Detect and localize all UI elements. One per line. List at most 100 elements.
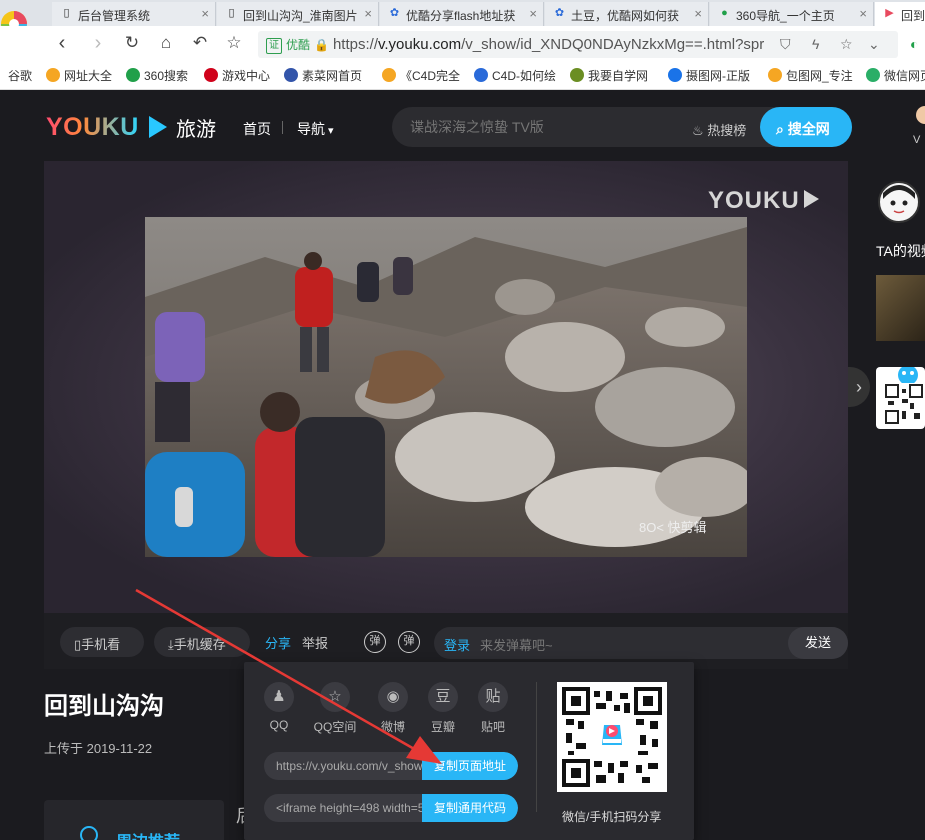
- copy-embed-code-button[interactable]: 复制通用代码: [422, 794, 518, 822]
- tab-current[interactable]: ▶ 回到: [875, 2, 925, 26]
- bookmark-sucai[interactable]: 素菜网首页: [284, 67, 362, 84]
- douban-icon: 豆: [428, 682, 458, 712]
- danmu-settings-icon[interactable]: 弹: [398, 631, 420, 653]
- lightning-icon[interactable]: ϟ: [812, 36, 819, 52]
- site-header: YOUKU 旅游 首页 导航▾ ♨ 热搜榜 ⌕ 搜全网 V: [0, 91, 925, 161]
- popup-divider: [536, 682, 537, 812]
- danmu-toggle-icon[interactable]: 弹: [364, 631, 386, 653]
- related-label[interactable]: 周边推荐: [116, 828, 180, 840]
- share-weibo[interactable]: ◉ 微博: [368, 682, 418, 735]
- tab-title: 回到: [901, 9, 925, 23]
- svg-text:V: V: [913, 134, 921, 146]
- qr-code-icon: [562, 687, 662, 787]
- flame-icon: ♨: [692, 123, 704, 138]
- address-bar[interactable]: 证优酷 🔒 https://v.youku.com/v_show/id_XNDQ0N…: [258, 31, 898, 58]
- bookmark-wangzhi[interactable]: 网址大全: [46, 67, 112, 84]
- hot-label: 热搜榜: [707, 123, 747, 138]
- side-video-thumbnail[interactable]: [876, 275, 925, 341]
- share-douban[interactable]: 豆 豆瓣: [418, 682, 468, 735]
- upload-date: 上传于 2019-11-22: [44, 741, 153, 756]
- favorite-icon[interactable]: ☆: [840, 36, 853, 53]
- youku-logo[interactable]: YOUKU: [46, 113, 139, 142]
- channel-name: 旅游: [176, 119, 216, 141]
- copy-page-url-button[interactable]: 复制页面地址: [422, 752, 518, 780]
- bookmark-games[interactable]: 游戏中心: [204, 67, 270, 84]
- share-link[interactable]: 分享: [265, 633, 291, 652]
- report-link[interactable]: 举报: [302, 633, 328, 652]
- reload-icon[interactable]: ↻: [120, 32, 144, 56]
- shield-icon[interactable]: ⛉: [780, 36, 791, 53]
- location-icon: [80, 826, 98, 840]
- embed-code-field[interactable]: <iframe height=498 width=510 src='https:…: [276, 801, 426, 815]
- watermark-play-icon: [803, 190, 819, 208]
- tab-youku-flash[interactable]: ✿ 优酷分享flash地址获 ×: [380, 2, 544, 26]
- search-box: ♨ 热搜榜 ⌕ 搜全网: [392, 107, 852, 147]
- back-icon[interactable]: ‹: [50, 32, 74, 56]
- close-icon[interactable]: ×: [529, 6, 537, 21]
- bookmark-zixue[interactable]: 我要自学网: [570, 67, 648, 84]
- danmu-login-link[interactable]: 登录: [444, 635, 470, 654]
- video-frame[interactable]: 8O< 快剪辑: [145, 217, 747, 557]
- cert-icon[interactable]: 证: [266, 38, 282, 54]
- page-url-row: https://v.youku.com/v_show/id_XNDQ0NDAyN…: [264, 752, 518, 780]
- bookmark-google[interactable]: 谷歌: [8, 67, 32, 84]
- bookmark-c4d-complete[interactable]: 《C4D完全: [382, 67, 460, 84]
- forward-icon[interactable]: ›: [86, 32, 110, 56]
- bookmark-c4d-howto[interactable]: C4D-如何绘: [474, 67, 556, 84]
- uploader-avatar[interactable]: [878, 181, 920, 223]
- close-icon[interactable]: ×: [694, 6, 702, 21]
- page-url-field[interactable]: https://v.youku.com/v_show/id_XNDQ0NDAyN…: [276, 759, 426, 773]
- star-icon[interactable]: ☆: [222, 32, 246, 56]
- search-button[interactable]: ⌕ 搜全网: [760, 107, 852, 147]
- ta-videos-label[interactable]: TA的视频: [876, 241, 925, 261]
- face-icon: [881, 184, 917, 220]
- send-button[interactable]: 发送: [788, 627, 848, 659]
- bookmark-label: 网址大全: [64, 69, 113, 83]
- home-icon[interactable]: ⌂: [154, 32, 178, 56]
- share-qq[interactable]: ♟ QQ: [254, 682, 304, 732]
- bookmark-baotu[interactable]: 包图网_专注: [768, 67, 853, 84]
- bookmark-360search[interactable]: 360搜索: [126, 67, 188, 84]
- share-qzone[interactable]: ☆ QQ空间: [310, 682, 360, 735]
- tab-title: 回到山沟沟_淮南图片: [243, 9, 358, 23]
- side-qr-code[interactable]: [876, 365, 925, 429]
- close-icon[interactable]: ×: [859, 6, 867, 21]
- bookmark-label: C4D-如何绘: [492, 69, 557, 83]
- page-icon: ▯: [228, 7, 235, 19]
- undo-icon[interactable]: ↶: [188, 32, 212, 56]
- close-icon[interactable]: ×: [201, 6, 209, 21]
- phone-cache-button[interactable]: ⤓手机缓存: [154, 627, 250, 657]
- danmu-input-bar: 登录 来发弹幕吧~ 发送: [434, 627, 848, 659]
- bookmark-wechat[interactable]: 微信网页: [866, 67, 925, 84]
- embed-code-row: <iframe height=498 width=510 src='https:…: [264, 794, 518, 822]
- tab-tudou[interactable]: ✿ 土豆，优酷网如何获 ×: [545, 2, 709, 26]
- bookmark-label: 摄图网-正版: [686, 69, 750, 83]
- bookmark-icon: [284, 68, 298, 82]
- video-player[interactable]: YOUKU 8O< 快剪辑: [44, 161, 848, 613]
- chevron-right-icon[interactable]: ›: [848, 367, 870, 407]
- hot-list-link[interactable]: ♨ 热搜榜: [692, 120, 746, 139]
- tab-360[interactable]: ● 360导航_一个主页 ×: [710, 2, 874, 26]
- extension-icon[interactable]: ◐: [910, 36, 918, 52]
- chevron-down-icon[interactable]: ⌄: [868, 36, 880, 53]
- nav-guide[interactable]: 导航 ▾: [297, 119, 334, 139]
- close-icon[interactable]: ×: [364, 6, 372, 21]
- player-control-bar: ▯手机看 ⤓手机缓存 分享 举报 弹 弹 登录 来发弹幕吧~ 发送: [44, 613, 848, 669]
- youku-play-icon: [149, 116, 167, 138]
- bookmark-label: 包图网_专注: [786, 69, 853, 83]
- qr-code-icon: [884, 365, 924, 425]
- bookmark-sheshu[interactable]: 摄图网-正版: [668, 67, 750, 84]
- search-input[interactable]: [410, 119, 680, 135]
- phone-watch-button[interactable]: ▯手机看: [60, 627, 144, 657]
- user-avatar-icon[interactable]: V: [911, 103, 925, 149]
- bookmark-icon: [126, 68, 140, 82]
- nav-home[interactable]: 首页: [243, 119, 271, 139]
- share-label: QQ空间: [313, 720, 357, 734]
- bookmark-label: 素菜网首页: [302, 69, 363, 83]
- bookmark-label: 谷歌: [8, 69, 33, 83]
- share-popup: ♟ QQ ☆ QQ空间 ◉ 微博 豆 豆瓣 贴 贴吧 https://v.you…: [244, 662, 694, 840]
- share-tieba[interactable]: 贴 贴吧: [468, 682, 518, 735]
- danmu-input[interactable]: 来发弹幕吧~: [480, 635, 553, 654]
- tab-huainan[interactable]: ▯ 回到山沟沟_淮南图片 ×: [217, 2, 379, 26]
- tab-admin[interactable]: ▯ 后台管理系统 ×: [52, 2, 216, 26]
